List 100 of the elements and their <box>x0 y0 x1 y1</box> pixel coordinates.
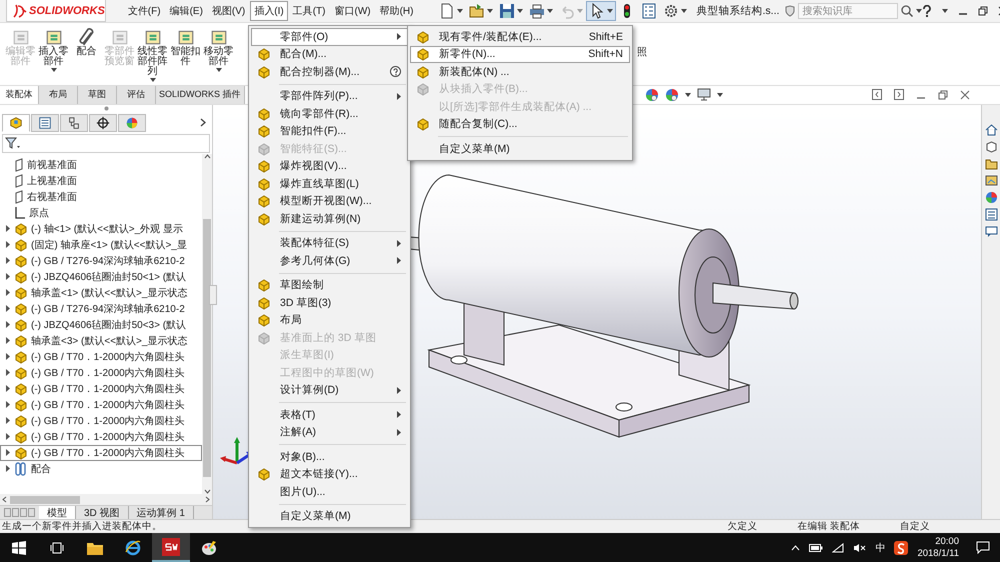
folder-icon[interactable] <box>984 156 998 170</box>
tab[interactable]: 装配体 <box>0 86 39 104</box>
tree-item[interactable]: (-) GB / T276-94深沟球轴承6210-2 <box>0 300 202 317</box>
splitter-grip-icon[interactable] <box>104 106 108 112</box>
command-button[interactable]: 线性零部件阵列 <box>136 23 169 82</box>
scroll-up-icon[interactable] <box>204 154 210 159</box>
command-button[interactable]: 配合 <box>70 23 103 57</box>
menu-item[interactable]: 自定义菜单(M) <box>410 140 630 158</box>
tree-item[interactable]: 配合 <box>0 460 202 477</box>
filter-icon[interactable] <box>5 137 21 150</box>
scene-icon[interactable] <box>664 88 679 102</box>
battery-icon[interactable] <box>809 544 824 552</box>
filter-field[interactable] <box>2 134 210 153</box>
menu-item[interactable]: 参考几何体(G) <box>251 252 408 270</box>
help-icon[interactable] <box>922 5 932 17</box>
command-button[interactable]: 移动零部件 <box>202 23 235 72</box>
menu-item[interactable]: 装配体特征(S) <box>251 234 408 252</box>
chevron-right-icon[interactable] <box>200 118 206 128</box>
home-icon[interactable] <box>984 122 998 136</box>
restore-icon[interactable] <box>978 6 988 16</box>
expand-arrow-icon[interactable] <box>6 225 10 232</box>
tree-item[interactable]: (-) GB / T70．1-2000内六角圆柱头 <box>0 396 202 413</box>
menu-item[interactable]: 3D 草图(3) <box>251 294 408 312</box>
appearance-icon[interactable] <box>644 88 659 102</box>
expand-arrow-icon[interactable] <box>6 289 10 296</box>
tree-item[interactable]: (-) GB / T70．1-2000内六角圆柱头 <box>0 364 202 381</box>
chevron-up-icon[interactable] <box>791 544 800 550</box>
tree-item[interactable]: (固定) 轴承座<1> (默认<<默认>_显 <box>0 236 202 253</box>
menu-item[interactable]: 工具(T) <box>288 1 330 21</box>
notification-icon[interactable] <box>976 541 990 554</box>
menu-item[interactable]: 对象(B)... <box>251 448 408 466</box>
menu-item[interactable]: 帮助(H) <box>376 1 418 21</box>
color-wheel-icon[interactable] <box>984 190 998 204</box>
menu-item[interactable]: 爆炸视图(V)... <box>251 158 408 175</box>
cursor-button[interactable] <box>586 1 616 21</box>
menu-item[interactable]: 设计算例(D) <box>251 382 408 399</box>
input-method-s-icon[interactable] <box>894 540 908 554</box>
panel-tab[interactable] <box>60 114 88 132</box>
search-field[interactable]: 搜索知识库 <box>798 3 898 19</box>
volume-muted-icon[interactable] <box>853 542 866 552</box>
taskbar-app[interactable] <box>152 533 190 562</box>
menu-item[interactable]: 爆炸直线草图(L) <box>251 175 408 192</box>
monitor-icon[interactable] <box>696 88 711 102</box>
menu-item[interactable]: 窗口(W) <box>330 1 375 21</box>
menu-item[interactable]: 随配合复制(C)... <box>410 116 630 133</box>
panel-tab[interactable] <box>2 114 30 132</box>
menu-item[interactable]: 插入(I) <box>250 1 288 21</box>
tree-item[interactable]: 右视基准面 <box>0 188 202 205</box>
wifi-icon[interactable] <box>832 542 844 552</box>
menu-item[interactable]: 图片(U)... <box>251 483 408 500</box>
tree-item[interactable]: (-) GB / T70．1-2000内六角圆柱头 <box>0 412 202 429</box>
tree-item[interactable]: 原点 <box>0 204 202 221</box>
tree-item[interactable]: 轴承盖<1> (默认<<默认>_显示状态 <box>0 284 202 301</box>
expand-arrow-icon[interactable] <box>6 353 10 360</box>
menu-item[interactable]: 模型断开视图(W)... <box>251 192 408 210</box>
close-icon[interactable] <box>960 90 970 100</box>
menu-item[interactable]: 现有零件/装配体(E)... Shift+E <box>410 28 630 46</box>
expand-arrow-icon[interactable] <box>6 433 10 440</box>
menu-item[interactable]: 表格(T) <box>251 406 408 424</box>
menu-item[interactable]: 自定义菜单(M) <box>251 508 408 525</box>
expand-arrow-icon[interactable] <box>6 273 10 280</box>
expand-arrow-icon[interactable] <box>6 321 10 328</box>
image-icon[interactable] <box>984 174 998 187</box>
cube-icon[interactable] <box>984 140 998 153</box>
tree-item[interactable]: 前视基准面 <box>0 156 202 173</box>
menu-item[interactable]: 视图(V) <box>208 1 250 21</box>
restore-icon[interactable] <box>938 90 948 100</box>
input-method[interactable]: 中 <box>875 540 886 554</box>
tree-item[interactable]: (-) 轴<1> (默认<<默认>_外观 显示 <box>0 220 202 237</box>
splitter-handle[interactable] <box>209 284 217 305</box>
menu-item[interactable]: 配合控制器(M)... <box>251 63 408 80</box>
tree-item[interactable]: (-) GB / T70．1-2000内六角圆柱头 <box>0 444 202 461</box>
scrollbar-thumb[interactable] <box>203 218 211 477</box>
command-button[interactable]: 插入零部件 <box>37 23 70 72</box>
scroll-left-icon[interactable] <box>2 496 7 503</box>
panel-left-icon[interactable] <box>872 89 882 100</box>
panel-tab[interactable] <box>89 114 117 132</box>
expand-arrow-icon[interactable] <box>6 241 10 248</box>
menu-item[interactable]: 编辑(E) <box>166 1 207 21</box>
tree-item[interactable]: (-) GB / T70．1-2000内六角圆柱头 <box>0 380 202 397</box>
tree-item[interactable]: (-) JBZQ4606毡圈油封50<1> (默认 <box>0 268 202 285</box>
chat-icon[interactable] <box>984 224 998 238</box>
panel-right-icon[interactable] <box>894 89 904 100</box>
menu-item[interactable]: 新零件(N)... Shift+N <box>410 46 630 63</box>
expand-arrow-icon[interactable] <box>6 465 10 472</box>
menu-item[interactable]: 新建运动算例(N) <box>251 210 408 228</box>
expand-arrow-icon[interactable] <box>6 449 10 456</box>
scroll-down-icon[interactable] <box>204 489 210 494</box>
expand-arrow-icon[interactable] <box>6 417 10 424</box>
expand-arrow-icon[interactable] <box>6 385 10 392</box>
menu-item[interactable]: 新装配体(N) ... <box>410 63 630 80</box>
tree-item[interactable]: (-) JBZQ4606毡圈油封50<3> (默认 <box>0 316 202 333</box>
expand-arrow-icon[interactable] <box>6 337 10 344</box>
panel-tab[interactable] <box>31 114 59 132</box>
tree-item[interactable]: (-) GB / T70．1-2000内六角圆柱头 <box>0 348 202 365</box>
command-button[interactable]: 智能扣件 <box>169 23 202 67</box>
tree-item[interactable]: 轴承盖<3> (默认<<默认>_显示状态 <box>0 332 202 349</box>
scrollbar-thumb[interactable] <box>10 496 80 504</box>
menu-item[interactable]: 注解(A) <box>251 424 408 441</box>
tab[interactable]: 模型 <box>39 506 76 519</box>
